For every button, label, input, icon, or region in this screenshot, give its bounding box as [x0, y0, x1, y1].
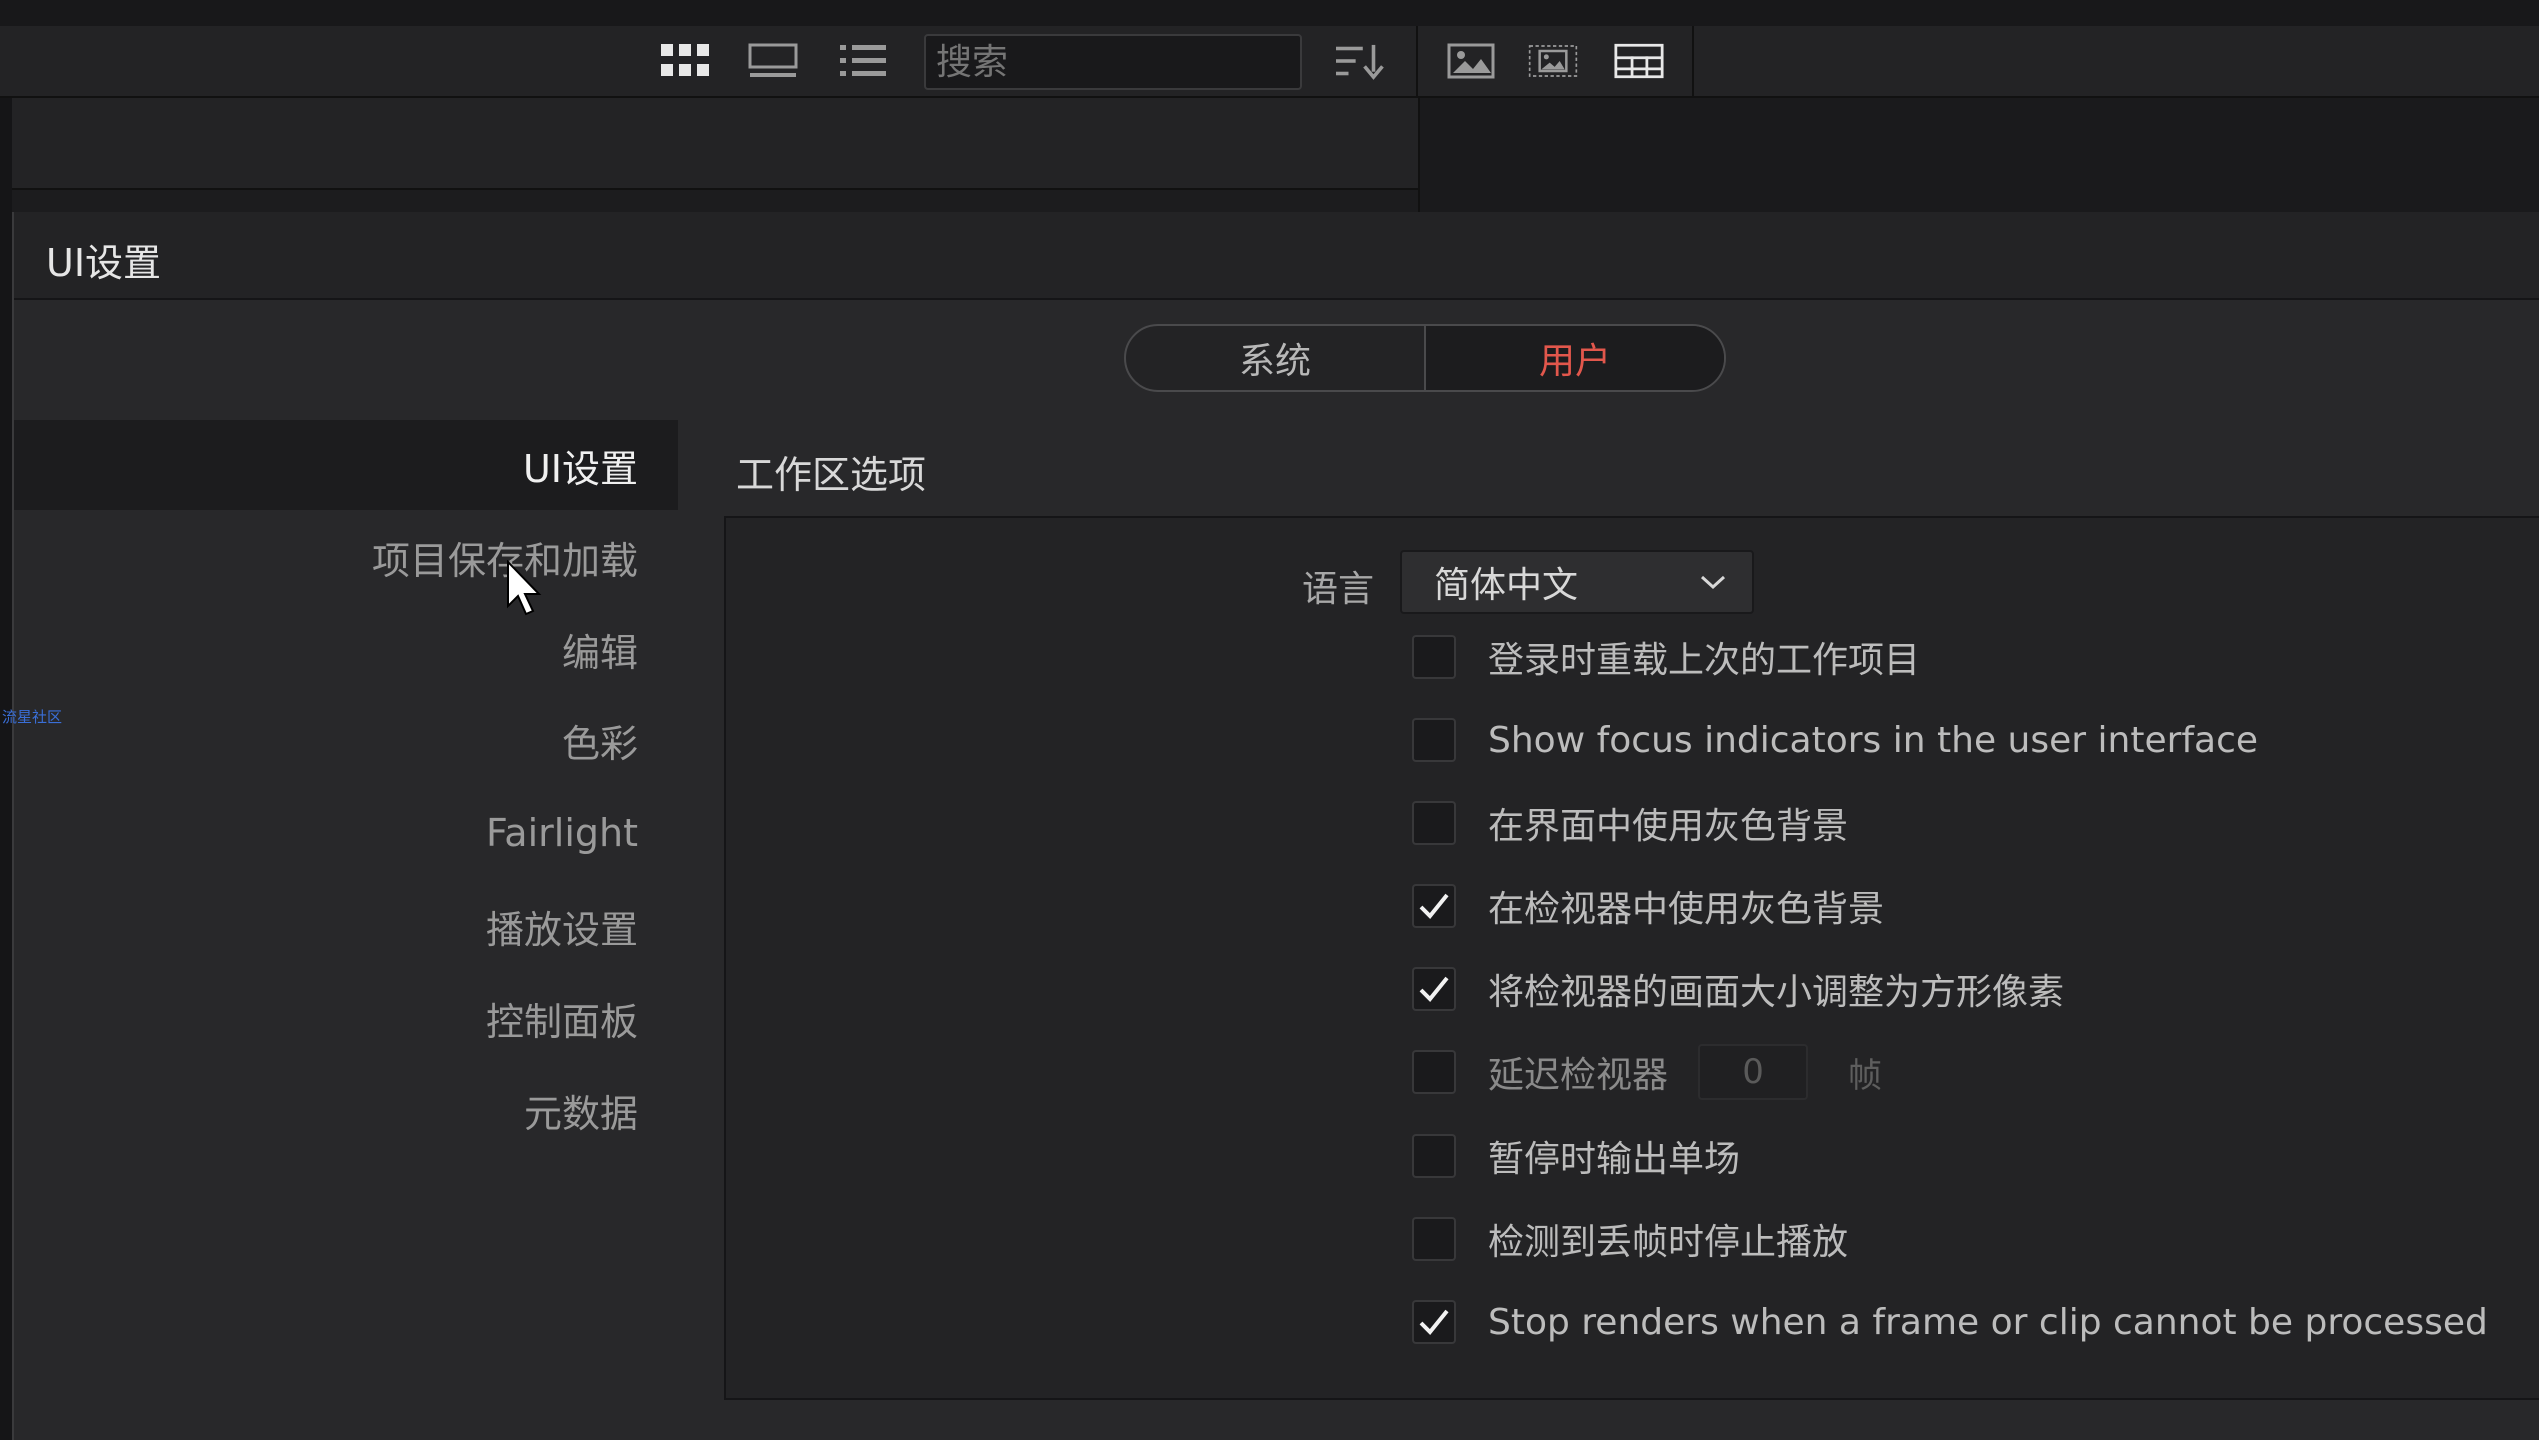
settings-scope-tabs: 系统 用户 [1124, 324, 1726, 392]
delay-frames-input[interactable] [1698, 1044, 1809, 1100]
option-label: 暂停时输出单场 [1488, 1139, 1741, 1180]
mouse-cursor-icon [506, 559, 546, 624]
section-title: 工作区选项 [736, 453, 927, 497]
top-toolbar [0, 0, 2539, 98]
checkmark-icon [1419, 893, 1449, 919]
option-label: 在界面中使用灰色背景 [1488, 806, 1849, 847]
strip-view-icon[interactable] [748, 38, 798, 84]
search-input[interactable] [924, 34, 1302, 90]
image-frame-icon[interactable] [1528, 38, 1578, 84]
checkbox-checked[interactable] [1412, 884, 1456, 928]
dialog-header: UI设置 [14, 212, 2539, 300]
tab-system[interactable]: 系统 [1126, 326, 1426, 390]
sidebar-item-fairlight[interactable]: Fairlight [14, 788, 678, 878]
checkbox[interactable] [1412, 1050, 1456, 1094]
sidebar-item-color[interactable]: 色彩 [14, 695, 678, 785]
checkbox[interactable] [1412, 718, 1456, 762]
option-stop-on-dropped-frames: 检测到丢帧时停止播放 [1412, 1211, 1848, 1267]
toolbar-divider [1692, 26, 1694, 98]
option-label: 在检视器中使用灰色背景 [1488, 889, 1885, 930]
toolbar-divider [1416, 26, 1418, 98]
language-select[interactable]: 简体中文 [1400, 550, 1754, 614]
checkmark-icon [1419, 1309, 1449, 1335]
grid-view-icon[interactable] [660, 38, 710, 84]
image-icon[interactable] [1446, 38, 1496, 84]
dialog-title: UI设置 [46, 241, 162, 285]
sidebar-item-control-panels[interactable]: 控制面板 [14, 973, 678, 1063]
language-label: 语言 [1301, 569, 1374, 610]
checkbox[interactable] [1412, 635, 1456, 679]
option-label: Stop renders when a frame or clip cannot… [1488, 1301, 2488, 1343]
checkbox[interactable] [1412, 1134, 1456, 1178]
checkbox[interactable] [1412, 801, 1456, 845]
option-gray-ui-background: 在界面中使用灰色背景 [1412, 795, 1848, 851]
sidebar-item-project-save-load[interactable]: 项目保存和加载 [14, 512, 678, 602]
viewer-panel [1418, 98, 2539, 214]
option-reload-last-project: 登录时重载上次的工作项目 [1412, 629, 1920, 685]
language-value: 简体中文 [1434, 565, 1579, 606]
watermark: 流星社区 [2, 708, 63, 726]
checkbox[interactable] [1412, 1217, 1456, 1261]
option-label: 将检视器的画面大小调整为方形像素 [1488, 972, 2065, 1013]
option-single-field-on-pause: 暂停时输出单场 [1412, 1128, 1740, 1184]
title-strip [0, 0, 2539, 26]
tab-user[interactable]: 用户 [1426, 326, 1724, 390]
option-label: 检测到丢帧时停止播放 [1488, 1222, 1849, 1263]
option-focus-indicators: Show focus indicators in the user interf… [1412, 712, 2258, 768]
option-gray-viewer-background: 在检视器中使用灰色背景 [1412, 878, 1884, 934]
checkmark-icon [1419, 976, 1449, 1002]
sidebar-item-ui-settings[interactable]: UI设置 [14, 420, 678, 510]
frames-unit: 帧 [1848, 1055, 1883, 1096]
option-delay-viewer: 延迟检视器 帧 [1412, 1044, 1882, 1100]
option-label: 登录时重载上次的工作项目 [1488, 640, 1921, 681]
option-label: 延迟检视器 [1488, 1055, 1669, 1096]
option-label: Show focus indicators in the user interf… [1488, 719, 2259, 761]
sidebar-item-playback[interactable]: 播放设置 [14, 881, 678, 971]
left-edge [0, 98, 12, 1440]
media-pool-panel [0, 98, 1418, 190]
chevron-down-icon [1700, 575, 1726, 590]
sort-icon[interactable] [1336, 38, 1386, 84]
option-stop-renders: Stop renders when a frame or clip cannot… [1412, 1294, 2488, 1350]
checkbox-checked[interactable] [1412, 967, 1456, 1011]
list-view-icon[interactable] [838, 38, 888, 84]
layout-icon[interactable] [1614, 38, 1664, 84]
sidebar-item-editing[interactable]: 编辑 [14, 604, 678, 694]
settings-sidebar: UI设置 项目保存和加载 编辑 色彩 Fairlight 播放设置 控制面板 元… [14, 420, 678, 1440]
ui-settings-dialog: UI设置 系统 用户 UI设置 项目保存和加载 编辑 色彩 Fairlight … [12, 212, 2539, 1440]
sidebar-item-metadata[interactable]: 元数据 [14, 1065, 678, 1155]
checkbox-checked[interactable] [1412, 1300, 1456, 1344]
option-square-pixels: 将检视器的画面大小调整为方形像素 [1412, 961, 2064, 1017]
